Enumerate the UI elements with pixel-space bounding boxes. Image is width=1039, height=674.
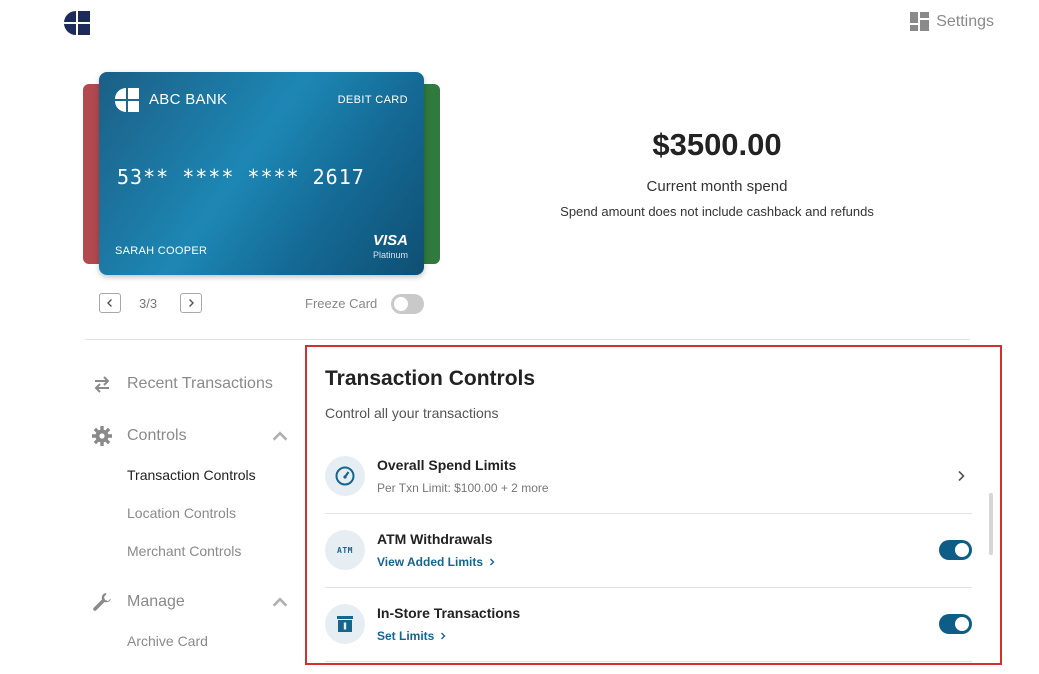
row-title: Overall Spend Limits (377, 457, 517, 473)
atm-withdrawals-row[interactable]: ATM ATM Withdrawals View Added Limits (325, 513, 972, 588)
bank-logo-icon (115, 88, 139, 112)
card-holder-name: SARAH COOPER (115, 245, 208, 257)
spend-note: Spend amount does not include cashback a… (560, 204, 874, 219)
nav-transaction-controls[interactable]: Transaction Controls (127, 467, 256, 483)
nav-archive-card[interactable]: Archive Card (127, 633, 208, 649)
card-type: DEBIT CARD (337, 94, 408, 106)
nav-merchant-controls[interactable]: Merchant Controls (127, 543, 241, 559)
panel-scrollbar[interactable] (989, 493, 993, 555)
toggle-knob (955, 617, 969, 631)
panel-title: Transaction Controls (325, 367, 536, 390)
settings-button[interactable]: Settings (910, 12, 994, 32)
in-store-transactions-row[interactable]: In-Store Transactions Set Limits (325, 587, 972, 662)
atm-icon: ATM (325, 530, 365, 570)
app-logo[interactable] (64, 10, 90, 36)
panel-subtitle: Control all your transactions (325, 405, 499, 421)
dashboard-icon (910, 12, 930, 31)
chevron-up-icon (272, 431, 288, 441)
nav-manage-label: Manage (127, 593, 185, 610)
freeze-card-toggle[interactable] (391, 294, 424, 314)
spend-amount: $3500.00 (652, 127, 782, 162)
chevron-up-icon (272, 597, 288, 607)
chevron-left-icon (107, 299, 112, 307)
row-meta: Per Txn Limit: $100.00 + 2 more (377, 481, 549, 495)
chevron-right-icon (189, 299, 194, 307)
nav-location-controls[interactable]: Location Controls (127, 505, 236, 521)
wrench-icon (93, 593, 111, 611)
nav-controls[interactable]: Controls (91, 425, 291, 447)
freeze-card-label: Freeze Card (305, 296, 378, 311)
card-pager-count: 3/3 (139, 296, 158, 311)
visa-logo: VISA (372, 232, 408, 249)
section-divider (85, 339, 970, 340)
transaction-controls-panel: Transaction Controls Control all your tr… (305, 345, 1002, 665)
store-icon (325, 604, 365, 644)
card-number: 53** **** **** 2617 (117, 165, 365, 189)
spend-label: Current month spend (646, 178, 788, 195)
speedometer-icon (325, 456, 365, 496)
nav-manage[interactable]: Manage (91, 591, 291, 613)
overall-spend-limits-row[interactable]: Overall Spend Limits Per Txn Limit: $100… (325, 439, 972, 514)
swap-arrows-icon (94, 376, 110, 393)
view-added-limits-link[interactable]: View Added Limits (377, 555, 496, 569)
debit-card[interactable]: ABC BANK DEBIT CARD 53** **** **** 2617 … (99, 72, 424, 275)
chevron-right-icon (441, 632, 446, 640)
set-limits-link[interactable]: Set Limits (377, 629, 447, 643)
chevron-right-icon[interactable] (954, 469, 968, 483)
toggle-knob (955, 543, 969, 557)
previous-card-button[interactable] (99, 293, 121, 313)
nav-recent-transactions[interactable]: Recent Transactions (91, 373, 273, 395)
atm-withdrawals-toggle[interactable] (939, 540, 972, 560)
row-title: In-Store Transactions (377, 605, 521, 621)
nav-controls-label: Controls (127, 427, 187, 444)
next-card-button[interactable] (180, 293, 202, 313)
toggle-knob (394, 297, 408, 311)
card-tier: Platinum (372, 250, 408, 260)
card-bank-name: ABC BANK (149, 91, 228, 108)
nav-recent-label: Recent Transactions (127, 375, 273, 392)
settings-label: Settings (936, 13, 994, 30)
gear-icon (92, 426, 112, 446)
in-store-transactions-toggle[interactable] (939, 614, 972, 634)
chevron-right-icon (490, 558, 495, 566)
row-title: ATM Withdrawals (377, 531, 493, 547)
